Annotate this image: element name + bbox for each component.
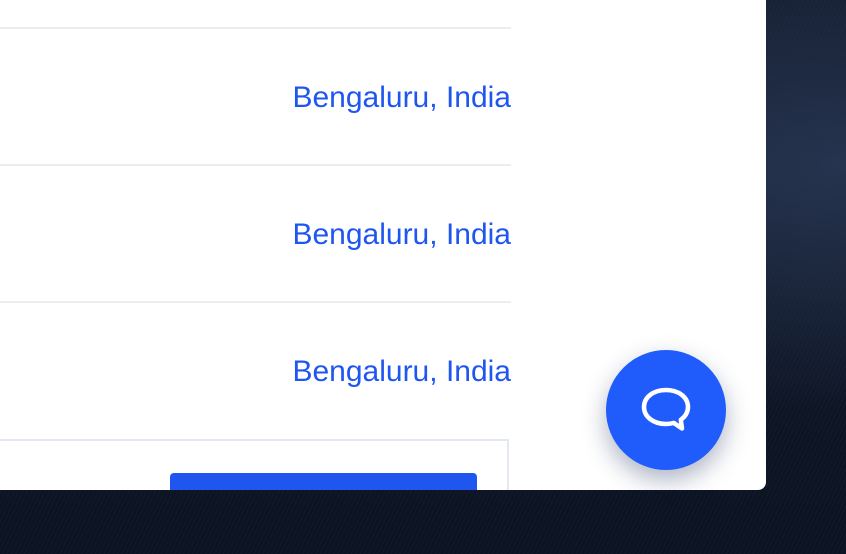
location-link[interactable]: Bengaluru, India — [292, 218, 511, 252]
location-city[interactable]: Bengaluru — [292, 81, 429, 114]
location-list: Bengaluru, India Bengaluru, India Bengal… — [0, 0, 511, 490]
location-separator: , — [429, 81, 438, 114]
primary-action-button[interactable] — [170, 473, 477, 490]
location-separator: , — [429, 355, 438, 388]
chat-bubble-icon — [640, 386, 692, 434]
location-city[interactable]: Bengaluru — [292, 218, 429, 251]
location-country[interactable]: India — [446, 218, 511, 251]
location-country[interactable]: India — [446, 355, 511, 388]
location-link[interactable]: Bengaluru, India — [292, 355, 511, 389]
list-item[interactable]: Bengaluru, India — [0, 303, 511, 438]
list-item[interactable]: Bengaluru, India — [0, 166, 511, 301]
location-country[interactable]: India — [446, 81, 511, 114]
list-item[interactable]: Bengaluru, India — [0, 29, 511, 164]
chat-launcher-button[interactable] — [606, 350, 726, 470]
location-city[interactable]: Bengaluru — [292, 355, 429, 388]
location-link[interactable]: Bengaluru, India — [292, 81, 511, 115]
location-separator: , — [429, 218, 438, 251]
